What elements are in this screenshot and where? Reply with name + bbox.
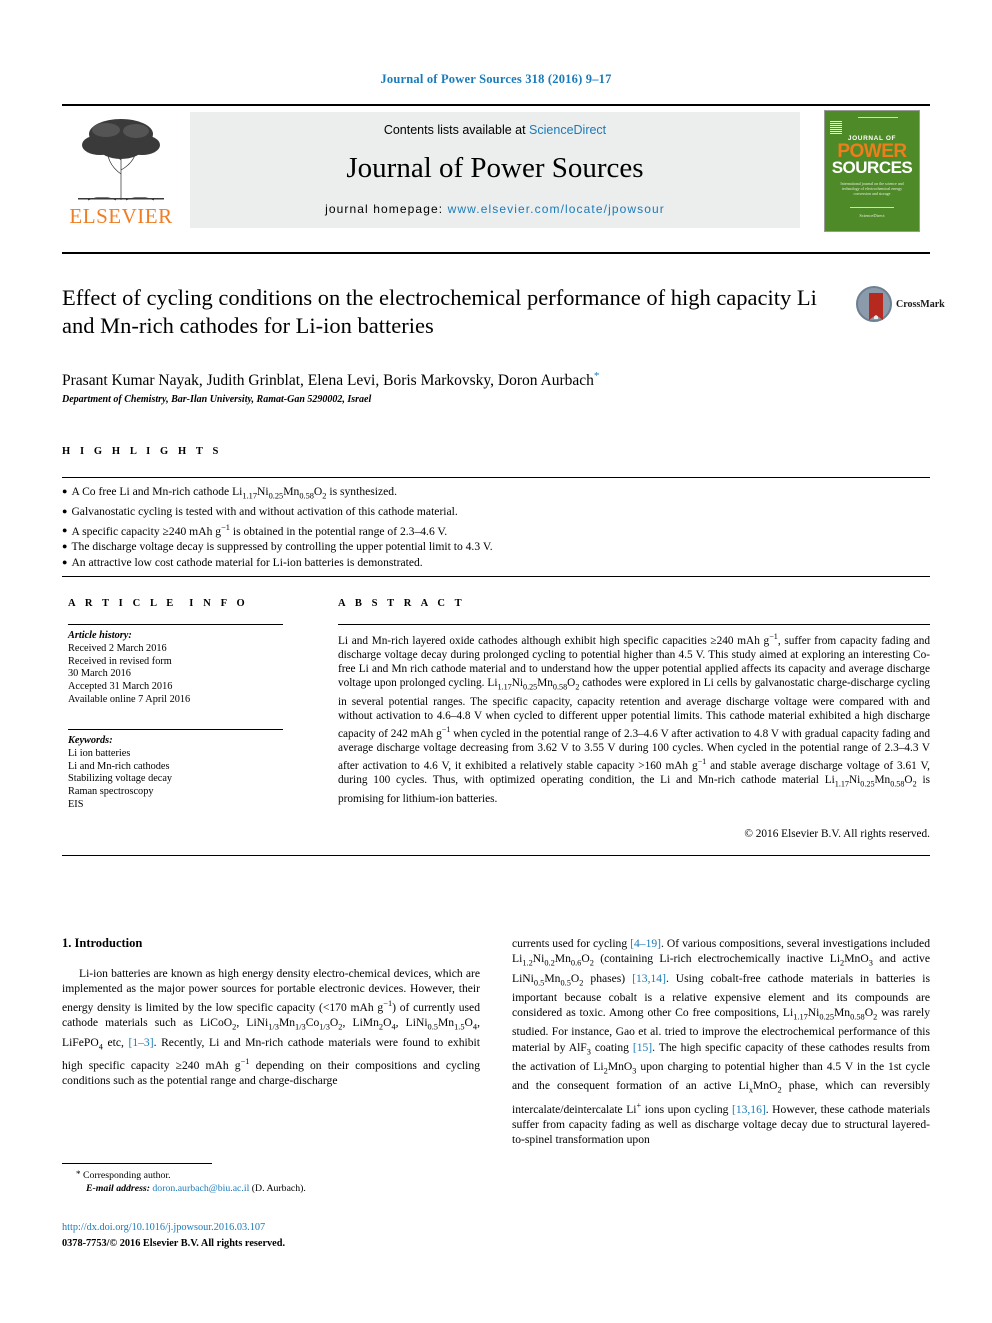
keyword-item: Li and Mn-rich cathodes	[68, 760, 170, 772]
contents-prefix: Contents lists available at	[383, 123, 530, 137]
footnote-divider	[62, 1163, 212, 1164]
abstract-divider	[338, 624, 930, 625]
citation-link[interactable]: [4–19]	[630, 937, 661, 950]
sciencedirect-link[interactable]: ScienceDirect	[529, 123, 606, 137]
corresponding-author-text: Corresponding author.	[82, 1170, 171, 1181]
contents-available-line: Contents lists available at ScienceDirec…	[190, 123, 800, 137]
issn-copyright: 0378-7753/© 2016 Elsevier B.V. All right…	[62, 1238, 286, 1249]
journal-masthead: ELSEVIER Contents lists available at Sci…	[62, 104, 930, 232]
crossmark-badge[interactable]: CrossMark	[856, 286, 945, 330]
highlight-item: ● The discharge voltage decay is suppress…	[62, 539, 493, 553]
history-item: Received in revised form	[68, 655, 172, 667]
running-head: Journal of Power Sources 318 (2016) 9–17	[380, 72, 612, 86]
article-title: Effect of cycling conditions on the elec…	[62, 285, 817, 338]
highlights-list: ● A Co free Li and Mn-rich cathode Li1.17…	[62, 484, 762, 570]
highlight-item: ● An attractive low cost cathode material…	[62, 555, 423, 569]
keywords-divider	[68, 729, 283, 730]
highlight-item: ● A specific capacity ≥240 mAh g−1 is obt…	[62, 522, 448, 538]
history-item: Received 2 March 2016	[68, 642, 167, 654]
affiliation: Department of Chemistry, Bar-Ilan Univer…	[62, 394, 372, 405]
keyword-item: Raman spectroscopy	[68, 786, 154, 798]
article-history-label: Article history:	[68, 630, 132, 641]
abstract-copyright: © 2016 Elsevier B.V. All rights reserved…	[744, 828, 930, 840]
article-info-heading: A R T I C L E I N F O	[68, 598, 249, 609]
corresponding-author-note: * Corresponding author.	[76, 1169, 171, 1181]
cover-elsevier-icon	[830, 121, 842, 134]
crossmark-icon	[856, 286, 892, 322]
homepage-prefix: journal homepage:	[325, 202, 448, 216]
citation-link[interactable]: [15]	[633, 1041, 652, 1054]
elsevier-wordmark: ELSEVIER	[69, 204, 173, 228]
history-item: Available online 7 April 2016	[68, 693, 191, 705]
elsevier-logo: ELSEVIER	[62, 112, 180, 230]
history-item: 30 March 2016	[68, 668, 131, 680]
history-item: Accepted 31 March 2016	[68, 681, 173, 693]
homepage-link[interactable]: www.elsevier.com/locate/jpowsour	[448, 202, 665, 216]
keyword-item: Stabilizing voltage decay	[68, 773, 173, 785]
journal-homepage-line: journal homepage: www.elsevier.com/locat…	[190, 202, 800, 216]
author-list: Prasant Kumar Nayak, Judith Grinblat, El…	[62, 370, 862, 390]
crossmark-label: CrossMark	[896, 299, 945, 310]
title-divider	[62, 252, 930, 254]
highlights-divider	[62, 477, 930, 478]
highlights-heading: H I G H L I G H T S	[62, 446, 222, 457]
corresponding-author-marker: *	[593, 370, 600, 382]
article-page: Journal of Power Sources 318 (2016) 9–17	[0, 0, 992, 1323]
highlight-item: ● A Co free Li and Mn-rich cathode Li1.17…	[62, 485, 397, 501]
cover-footer: ScienceDirect	[859, 213, 885, 218]
citation-link[interactable]: [13,16]	[732, 1103, 766, 1116]
keyword-item: EIS	[68, 798, 84, 810]
body-column-right: currents used for cycling [4–19]. Of var…	[512, 937, 931, 1146]
article-info-divider	[68, 624, 283, 625]
citation-link[interactable]: [1–3]	[128, 1036, 153, 1049]
abstract-heading: A B S T R A C T	[338, 598, 466, 609]
elsevier-tree-icon	[66, 112, 176, 204]
contents-panel: Contents lists available at ScienceDirec…	[190, 112, 800, 228]
email-suffix: (D. Aurbach).	[251, 1183, 306, 1194]
info-section-bottom-divider	[62, 855, 930, 856]
keywords-label: Keywords:	[68, 735, 113, 746]
cover-line-sources: SOURCES	[831, 158, 913, 177]
journal-cover-thumbnail[interactable]: JOURNAL OF POWER SOURCES International j…	[824, 110, 920, 232]
highlight-item: ● Galvanostatic cycling is tested with an…	[62, 504, 458, 518]
section-title-introduction: 1. Introduction	[62, 936, 143, 950]
author-names: Prasant Kumar Nayak, Judith Grinblat, El…	[62, 372, 594, 390]
email-label: E-mail address:	[86, 1183, 150, 1194]
abstract-text: Li and Mn-rich layered oxide cathodes al…	[338, 632, 931, 805]
journal-title: Journal of Power Sources	[346, 152, 644, 184]
email-line: E-mail address: doron.aurbach@biu.ac.il …	[76, 1182, 496, 1195]
keyword-item: Li ion batteries	[68, 747, 131, 759]
footnote-block: * Corresponding author. E-mail address: …	[76, 1168, 496, 1195]
info-section-top-divider	[62, 576, 930, 577]
body-column-left: Li-ion batteries are known as high energ…	[62, 967, 480, 1087]
email-link[interactable]: doron.aurbach@biu.ac.il	[152, 1183, 249, 1194]
citation-link[interactable]: [13,14]	[632, 972, 666, 985]
doi-link[interactable]: http://dx.doi.org/10.1016/j.jpowsour.201…	[62, 1222, 265, 1233]
cover-subtitle: International journal on the science and…	[840, 181, 904, 196]
keywords-block: Keywords: Li ion batteries Li and Mn-ric…	[68, 735, 286, 812]
article-history: Article history: Received 2 March 2016 R…	[68, 630, 286, 707]
